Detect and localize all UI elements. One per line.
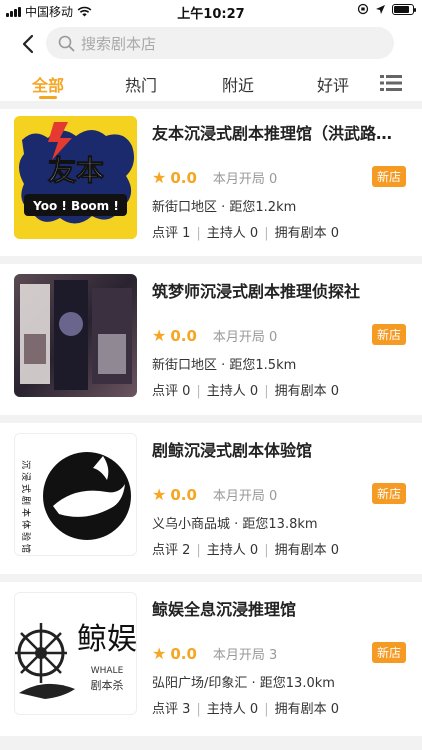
- host-count: 主持人 0: [206, 543, 259, 558]
- store-thumbnail: 沉浸式剧本体验馆: [14, 433, 137, 556]
- store-location: 新街口地区 · 距您1.2km: [152, 200, 297, 215]
- store-card[interactable]: 友本 Yoo ! Boom ! 友本沉浸式剧本推理馆（洪武路… ★ 0.0 本月…: [0, 104, 422, 256]
- review-count: 点评 2: [152, 543, 191, 558]
- script-count: 拥有剧本 0: [274, 226, 339, 241]
- script-count: 拥有剧本 0: [274, 384, 339, 399]
- star-icon: ★: [152, 326, 167, 345]
- store-name: 剧鲸沉浸式剧本体验馆: [152, 441, 313, 460]
- review-count: 点评 0: [152, 384, 191, 399]
- star-icon: ★: [152, 644, 167, 663]
- store-name: 鲸娱全息沉浸推理馆: [152, 600, 297, 619]
- new-store-badge: 新店: [371, 324, 406, 345]
- tab-label: 附近: [221, 76, 254, 95]
- search-icon: [58, 35, 75, 51]
- host-count: 主持人 0: [206, 384, 259, 399]
- back-button[interactable]: [14, 30, 42, 58]
- store-name: 筑梦师沉浸式剧本推理侦探社: [152, 282, 361, 301]
- store-location: 义乌小商品城 · 距您13.8km: [152, 517, 318, 532]
- new-store-badge: 新店: [371, 642, 406, 663]
- store-name: 友本沉浸式剧本推理馆（洪武路…: [152, 124, 393, 143]
- store-stats: 点评 0 | 主持人 0 | 拥有剧本 0: [152, 384, 339, 399]
- month-opens: 本月开局 0: [212, 172, 278, 187]
- store-thumbnail: 鲸娱 WHALE 剧本杀: [14, 592, 137, 715]
- store-thumbnail: 友本 Yoo ! Boom !: [14, 116, 137, 239]
- store-location: 新街口地区 · 距您1.5km: [152, 358, 297, 373]
- review-count: 点评 3: [152, 702, 191, 717]
- script-count: 拥有剧本 0: [274, 702, 339, 717]
- battery-icon: [392, 3, 416, 15]
- rating-row: ★ 0.0 本月开局 3: [152, 644, 277, 663]
- tab-hot[interactable]: 热门: [111, 72, 171, 96]
- tab-nearby[interactable]: 附近: [208, 72, 268, 96]
- search-input[interactable]: 搜索剧本店: [46, 27, 394, 59]
- tab-label: 全部: [31, 76, 64, 95]
- thumb-english-text: WHALE: [91, 666, 124, 676]
- thumb-tagline-text: 剧本杀: [91, 678, 124, 692]
- month-opens: 本月开局 3: [212, 648, 278, 663]
- tab-top-rated[interactable]: 好评: [303, 72, 363, 96]
- month-opens: 本月开局 0: [212, 489, 278, 504]
- thumb-slogan-text: Yoo ! Boom !: [32, 199, 119, 213]
- rating-value: 0.0: [170, 168, 197, 187]
- review-count: 点评 1: [152, 226, 191, 241]
- rating-row: ★ 0.0 本月开局 0: [152, 168, 277, 187]
- search-placeholder: 搜索剧本店: [81, 34, 157, 53]
- list-menu-icon[interactable]: [380, 74, 402, 92]
- rating-value: 0.0: [170, 485, 197, 504]
- location-arrow-icon: [376, 4, 385, 14]
- host-count: 主持人 0: [206, 702, 259, 717]
- tab-all[interactable]: 全部: [18, 72, 78, 99]
- status-bar: 中国移动 上午10:27: [0, 0, 422, 22]
- rating-row: ★ 0.0 本月开局 0: [152, 485, 277, 504]
- star-icon: ★: [152, 485, 167, 504]
- divider: [0, 736, 422, 750]
- rating-value: 0.0: [170, 644, 197, 663]
- store-thumbnail: [14, 274, 137, 397]
- orientation-lock-icon: [357, 3, 369, 15]
- store-stats: 点评 3 | 主持人 0 | 拥有剧本 0: [152, 702, 339, 717]
- tab-label: 热门: [124, 76, 157, 95]
- store-stats: 点评 2 | 主持人 0 | 拥有剧本 0: [152, 543, 339, 558]
- rating-value: 0.0: [170, 326, 197, 345]
- host-count: 主持人 0: [206, 226, 259, 241]
- thumb-logo-text: 鲸娱: [77, 622, 137, 657]
- tab-label: 好评: [316, 76, 349, 95]
- store-card[interactable]: 筑梦师沉浸式剧本推理侦探社 ★ 0.0 本月开局 0 新店 新街口地区 · 距您…: [0, 262, 422, 414]
- active-tab-indicator: [39, 96, 57, 99]
- new-store-badge: 新店: [371, 166, 406, 187]
- rating-row: ★ 0.0 本月开局 0: [152, 326, 277, 345]
- script-count: 拥有剧本 0: [274, 543, 339, 558]
- month-opens: 本月开局 0: [212, 330, 278, 345]
- chevron-left-icon: [22, 34, 34, 54]
- thumb-logo-text: 沉浸式剧本体验馆: [20, 460, 32, 556]
- thumb-logo-text: 友本: [48, 154, 104, 187]
- new-store-badge: 新店: [371, 483, 406, 504]
- filter-tabs: 全部 热门 附近 好评: [0, 66, 422, 102]
- store-location: 弘阳广场/印象汇 · 距您13.0km: [152, 676, 335, 691]
- store-card[interactable]: 鲸娱 WHALE 剧本杀 鲸娱全息沉浸推理馆 ★ 0.0 本月开局 3 新店 弘…: [0, 580, 422, 732]
- star-icon: ★: [152, 168, 167, 187]
- store-stats: 点评 1 | 主持人 0 | 拥有剧本 0: [152, 226, 339, 241]
- search-header: 搜索剧本店: [0, 26, 422, 62]
- store-card[interactable]: 沉浸式剧本体验馆 剧鲸沉浸式剧本体验馆 ★ 0.0 本月开局 0 新店 义乌小商…: [0, 421, 422, 573]
